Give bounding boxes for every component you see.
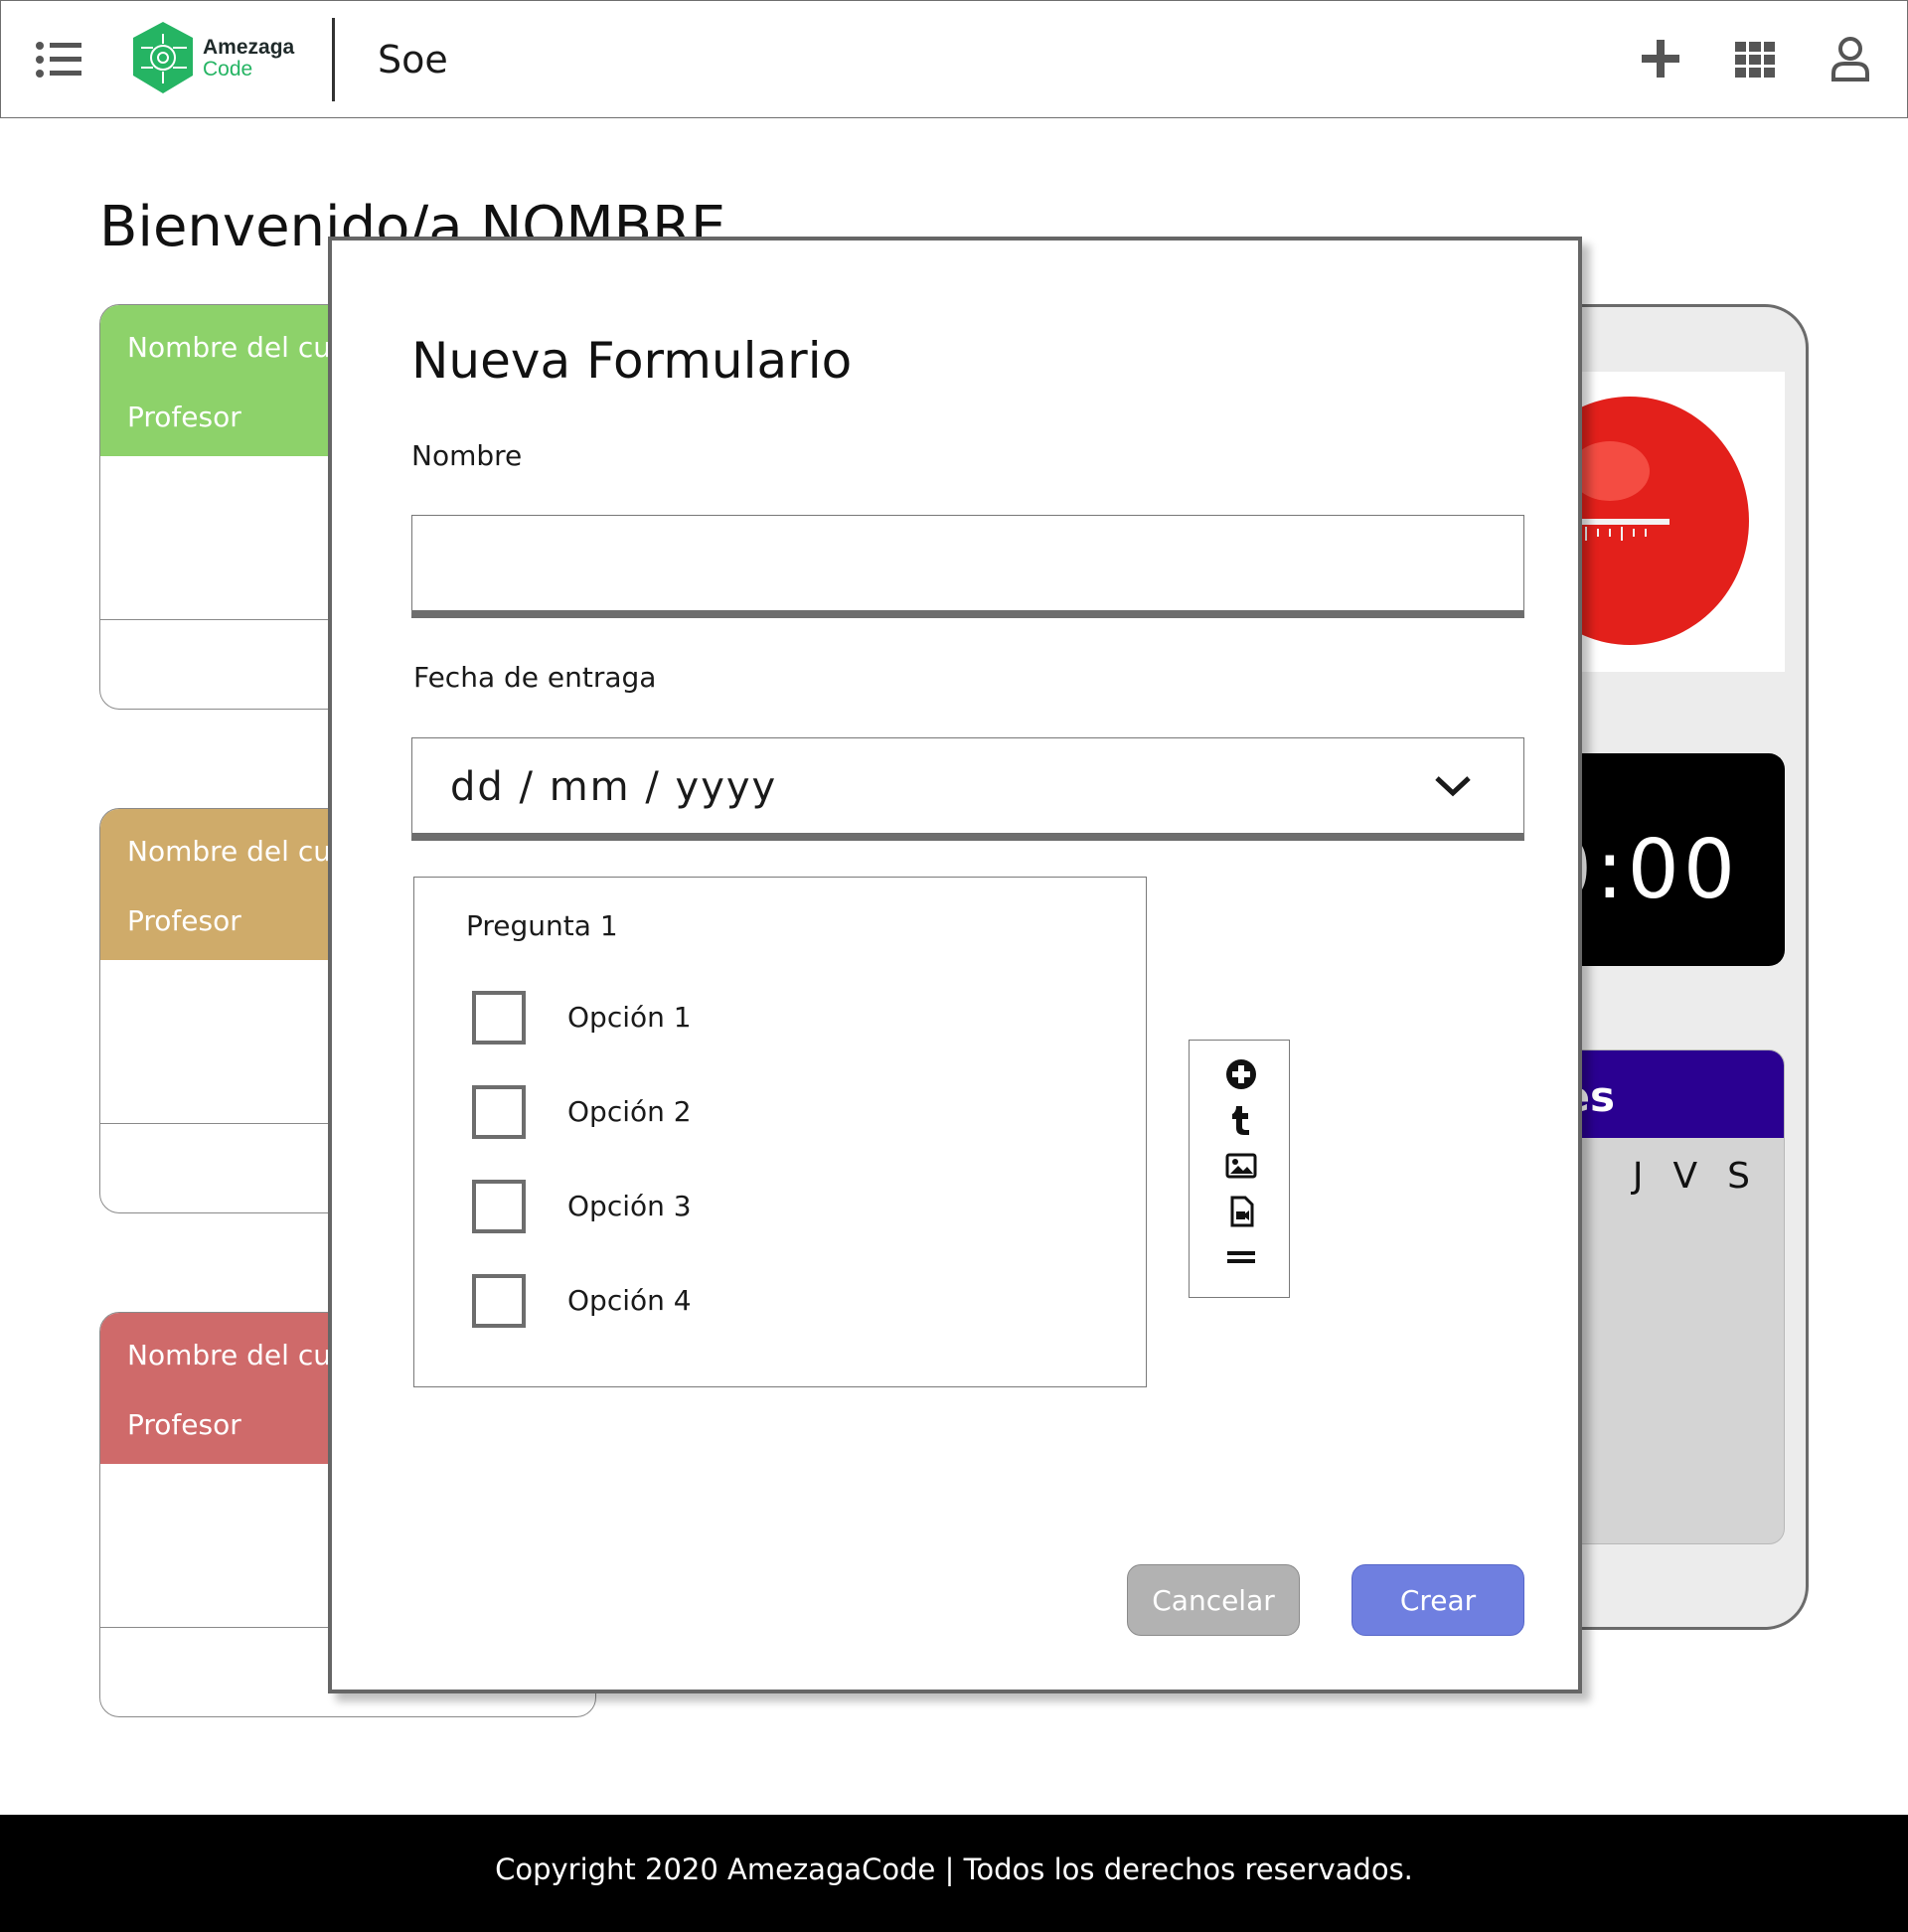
option-row[interactable]: Opción 4 <box>472 1274 1068 1328</box>
video-file-icon[interactable] <box>1225 1196 1257 1227</box>
weekday-label: V <box>1672 1156 1698 1197</box>
due-date-picker[interactable]: dd / mm / yyyy <box>411 737 1524 841</box>
timer-widget[interactable]: 00:00 <box>1485 753 1785 966</box>
option-checkbox[interactable] <box>472 1085 526 1139</box>
option-label: Opción 1 <box>567 1001 692 1034</box>
cancel-button[interactable]: Cancelar <box>1127 1564 1300 1636</box>
question-card[interactable]: Pregunta 1 Opción 1 Opción 2 Opción 3 Op… <box>413 877 1147 1387</box>
app-title: Soe <box>378 38 448 81</box>
image-icon[interactable] <box>1225 1150 1257 1182</box>
due-date-label: Fecha de entraga <box>413 661 657 694</box>
apps-grid-icon[interactable] <box>1735 42 1775 78</box>
add-circle-icon[interactable] <box>1225 1058 1257 1090</box>
calendar-weekdays: J V S <box>1633 1156 1784 1197</box>
user-profile-icon[interactable] <box>1830 36 1870 81</box>
footer: Copyright 2020 AmezagaCode | Todos los d… <box>0 1815 1908 1932</box>
text-icon[interactable] <box>1225 1104 1257 1136</box>
header-divider <box>332 18 335 101</box>
option-label: Opción 2 <box>567 1095 692 1128</box>
option-row[interactable]: Opción 2 <box>472 1085 1068 1139</box>
name-label: Nombre <box>411 439 523 472</box>
question-title: Pregunta 1 <box>466 909 618 942</box>
option-label: Opción 3 <box>567 1190 692 1222</box>
course-teacher: Profesor <box>127 401 241 433</box>
chevron-down-icon[interactable] <box>1434 774 1472 798</box>
brand-subtitle: Code <box>203 58 253 80</box>
question-toolbox <box>1189 1040 1290 1298</box>
copyright-text: Copyright 2020 AmezagaCode | Todos los d… <box>495 1852 1413 1886</box>
option-row[interactable]: Opción 3 <box>472 1180 1068 1233</box>
list-menu-icon[interactable] <box>36 40 81 80</box>
option-checkbox[interactable] <box>472 991 526 1045</box>
calendar-widget[interactable]: Mes J V S <box>1550 1049 1785 1544</box>
course-teacher: Profesor <box>127 904 241 937</box>
weekday-label: J <box>1632 1156 1644 1197</box>
add-icon[interactable] <box>1642 40 1679 78</box>
course-teacher: Profesor <box>127 1408 241 1441</box>
brand-name: Amezaga <box>203 36 295 59</box>
option-row[interactable]: Opción 1 <box>472 991 1068 1045</box>
dialog-title: Nueva Formulario <box>411 332 853 390</box>
option-checkbox[interactable] <box>472 1180 526 1233</box>
weekday-label: S <box>1727 1156 1750 1197</box>
section-divider-icon[interactable] <box>1225 1241 1257 1273</box>
create-button[interactable]: Crear <box>1352 1564 1524 1636</box>
option-label: Opción 4 <box>567 1284 692 1317</box>
option-checkbox[interactable] <box>472 1274 526 1328</box>
pomodoro-timer-image <box>1550 372 1785 672</box>
date-placeholder: dd / mm / yyyy <box>450 764 778 810</box>
name-input[interactable] <box>411 515 1524 618</box>
amezaga-logo-icon[interactable] <box>129 20 209 97</box>
